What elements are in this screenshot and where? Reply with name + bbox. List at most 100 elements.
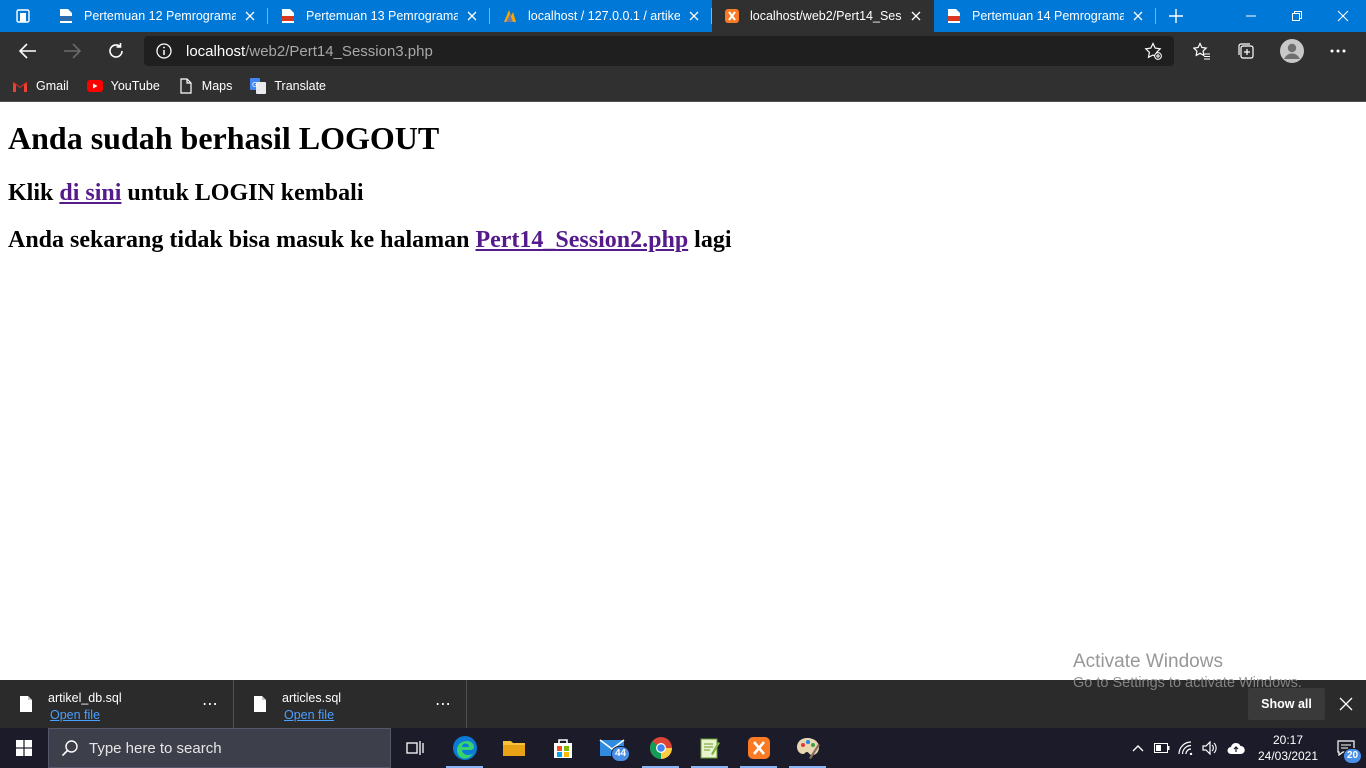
mail-unread-badge: 44 (611, 746, 631, 762)
file-icon (18, 694, 34, 714)
download-filename: artikel_db.sql (48, 690, 122, 705)
translate-icon: G (250, 77, 267, 94)
session-text-before: Anda sekarang tidak bisa masuk ke halama… (8, 227, 476, 253)
taskbar-xampp[interactable] (734, 728, 783, 768)
url-host: localhost (186, 42, 246, 60)
tab-4-active[interactable]: localhost/web2/Pert14_Session (712, 0, 934, 32)
system-tray: 20:17 24/03/2021 20 (1126, 728, 1366, 768)
windows-taskbar: Type here to search 44 20:17 24/03/2021 … (0, 728, 1366, 768)
browser-toolbar: localhost/web2/Pert14_Session3.php (0, 32, 1366, 70)
login-text-after: untuk LOGIN kembali (121, 180, 364, 206)
favorite-maps[interactable]: Maps (178, 77, 233, 94)
open-file-link[interactable]: Open file (50, 708, 122, 722)
close-icon[interactable] (908, 8, 924, 24)
tab-2[interactable]: Pertemuan 13 Pemrograman (268, 0, 490, 32)
back-button[interactable] (6, 32, 50, 70)
close-window-button[interactable] (1320, 0, 1366, 32)
forward-arrow-icon (64, 43, 81, 59)
speaker-icon (1202, 741, 1217, 755)
restore-button[interactable] (1274, 0, 1320, 32)
login-link[interactable]: di sini (59, 180, 121, 206)
minimize-button[interactable] (1228, 0, 1274, 32)
page-icon (178, 77, 194, 94)
favorite-label: YouTube (110, 78, 160, 93)
collections-icon (1238, 43, 1254, 59)
taskbar-file-explorer[interactable] (489, 728, 538, 768)
close-download-bar-button[interactable] (1334, 692, 1358, 716)
svg-text:G: G (252, 81, 257, 89)
pdf-icon (280, 8, 296, 24)
battery-button[interactable] (1150, 728, 1174, 768)
show-all-button[interactable]: Show all (1248, 688, 1325, 720)
phpmyadmin-icon (502, 8, 518, 24)
open-file-link[interactable]: Open file (284, 708, 341, 722)
volume-button[interactable] (1198, 728, 1222, 768)
chrome-icon (649, 737, 672, 759)
new-tab-button[interactable] (1156, 0, 1196, 32)
refresh-button[interactable] (94, 32, 138, 70)
task-view-button[interactable] (391, 728, 440, 768)
tab-title: Pertemuan 12 Pemrograman (84, 9, 236, 23)
chevron-up-icon (1132, 745, 1144, 752)
search-placeholder: Type here to search (89, 739, 222, 757)
wifi-icon (1178, 741, 1193, 755)
tab-3[interactable]: localhost / 127.0.0.1 / artikel (490, 0, 712, 32)
action-center-button[interactable]: 20 (1326, 728, 1366, 768)
close-icon[interactable] (1130, 8, 1146, 24)
tab-actions-button[interactable] (0, 0, 46, 32)
toolbar-right (1180, 32, 1366, 70)
taskbar-store[interactable] (538, 728, 587, 768)
plus-icon (1169, 9, 1183, 23)
taskbar-notepadpp[interactable] (685, 728, 734, 768)
tab-title: Pertemuan 14 Pemrograman (972, 9, 1124, 23)
taskbar-chrome[interactable] (636, 728, 685, 768)
download-item[interactable]: artikel_db.sql Open file ⋯ (0, 680, 234, 728)
close-icon[interactable] (242, 8, 258, 24)
collections-button[interactable] (1224, 32, 1268, 70)
more-options-icon[interactable]: ⋯ (435, 694, 452, 714)
taskbar-edge[interactable] (440, 728, 489, 768)
favorites-button[interactable] (1180, 32, 1224, 70)
minimize-icon (1246, 15, 1256, 17)
taskbar-clock[interactable]: 20:17 24/03/2021 (1250, 732, 1326, 764)
avatar-icon (1280, 39, 1304, 63)
file-icon (252, 694, 268, 714)
activate-windows-watermark: Activate Windows Go to Settings to activ… (1073, 651, 1302, 691)
tab-title: localhost / 127.0.0.1 / artikel (528, 9, 680, 23)
session-info-line: Anda sekarang tidak bisa masuk ke halama… (8, 226, 1358, 254)
session2-link[interactable]: Pert14_Session2.php (475, 227, 688, 253)
taskbar-search-box[interactable]: Type here to search (48, 728, 391, 768)
address-bar[interactable]: localhost/web2/Pert14_Session3.php (144, 36, 1174, 66)
star-add-icon (1144, 42, 1162, 60)
more-options-icon[interactable]: ⋯ (202, 694, 219, 714)
start-button[interactable] (0, 728, 48, 768)
favorite-translate[interactable]: G Translate (250, 77, 326, 94)
taskbar-paint[interactable] (783, 728, 832, 768)
download-item[interactable]: articles.sql Open file ⋯ (234, 680, 467, 728)
forward-button[interactable] (50, 32, 94, 70)
clock-time: 20:17 (1272, 733, 1304, 747)
favorite-label: Maps (201, 78, 233, 93)
favorites-icon (1193, 42, 1210, 60)
restore-icon (1292, 11, 1302, 21)
taskbar-mail[interactable]: 44 (587, 728, 636, 768)
edge-icon (452, 736, 477, 760)
onedrive-button[interactable] (1222, 728, 1250, 768)
favorite-label: Gmail (36, 78, 69, 93)
login-again-line: Klik di sini untuk LOGIN kembali (8, 179, 1358, 207)
close-icon[interactable] (686, 8, 702, 24)
cloud-upload-icon (1227, 742, 1245, 754)
tab-5[interactable]: Pertemuan 14 Pemrograman (934, 0, 1156, 32)
profile-button[interactable] (1268, 32, 1316, 70)
tab-strip: Pertemuan 12 Pemrograman Pertemuan 13 Pe… (0, 0, 1366, 32)
close-icon[interactable] (464, 8, 480, 24)
page-content: Anda sudah berhasil LOGOUT Klik di sini … (0, 103, 1366, 680)
url-path: /web2/Pert14_Session3.php (245, 42, 433, 60)
network-button[interactable] (1174, 728, 1198, 768)
add-favorite-button[interactable] (1144, 42, 1162, 60)
settings-menu-button[interactable] (1316, 32, 1360, 70)
show-hidden-icons-button[interactable] (1126, 728, 1150, 768)
tab-1[interactable]: Pertemuan 12 Pemrograman (46, 0, 268, 32)
favorite-youtube[interactable]: YouTube (86, 78, 160, 94)
favorite-gmail[interactable]: Gmail (12, 78, 69, 94)
